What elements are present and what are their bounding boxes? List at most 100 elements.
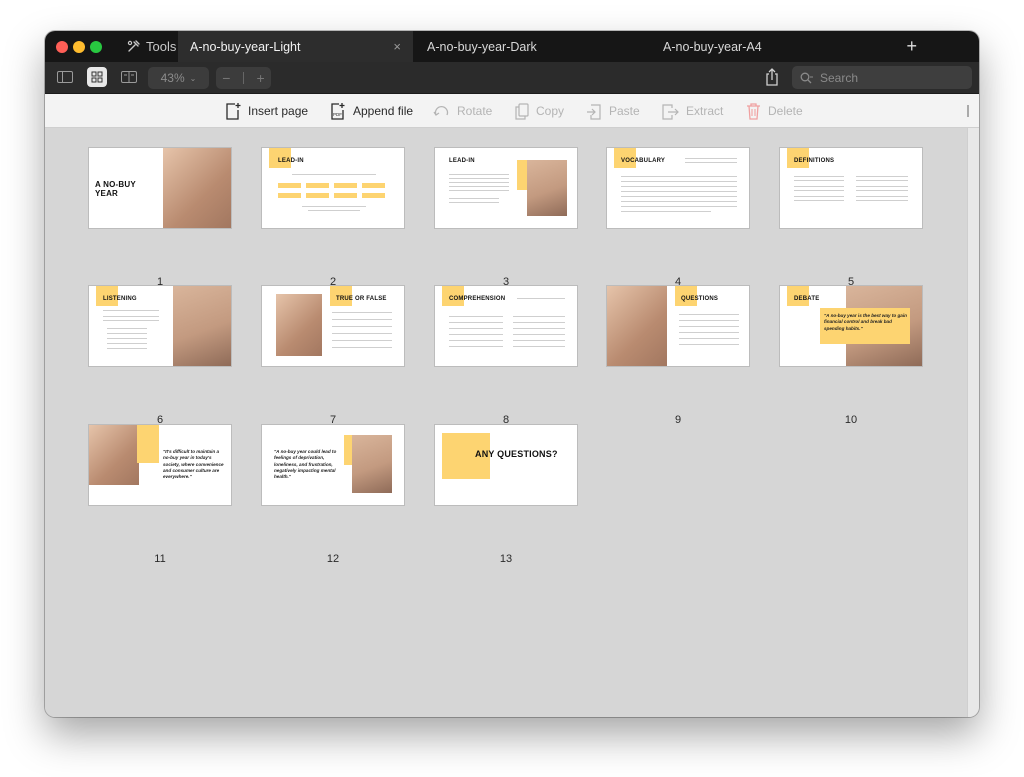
rotate-button[interactable]: Rotate bbox=[433, 94, 492, 128]
action-label: Extract bbox=[686, 104, 724, 118]
zoom-controls: − + bbox=[216, 67, 271, 89]
vertical-scrollbar[interactable] bbox=[967, 128, 979, 717]
text-line bbox=[794, 200, 844, 201]
text-line bbox=[513, 322, 565, 323]
paste-icon bbox=[587, 103, 601, 120]
page-thumbnail-13[interactable]: ANY QUESTIONS? bbox=[435, 425, 577, 505]
extract-button[interactable]: Extract bbox=[662, 94, 723, 128]
app-window: Tools A-no-buy-year-Light × A-no-buy-yea… bbox=[45, 31, 979, 717]
page-thumbnail-9[interactable]: QUESTIONS bbox=[607, 286, 749, 366]
tab-light[interactable]: A-no-buy-year-Light × bbox=[178, 31, 413, 62]
page-view-button[interactable] bbox=[119, 67, 139, 87]
share-icon[interactable] bbox=[765, 68, 779, 86]
text-line bbox=[103, 310, 159, 311]
text-line bbox=[679, 326, 739, 327]
sidebar-toggle-button[interactable] bbox=[55, 67, 75, 87]
text-line bbox=[621, 211, 711, 212]
text-line bbox=[621, 201, 737, 202]
new-tab-button[interactable]: + bbox=[906, 36, 917, 57]
tab-label: A-no-buy-year-Light bbox=[190, 39, 301, 54]
text-line bbox=[679, 320, 739, 321]
close-window-button[interactable] bbox=[56, 41, 68, 53]
text-line bbox=[103, 320, 159, 321]
slide-title: DEBATE bbox=[794, 296, 820, 302]
tools-button[interactable]: Tools bbox=[127, 31, 176, 62]
text-line bbox=[449, 182, 509, 183]
toolbar: 43% ⌄ − + Search bbox=[45, 62, 979, 94]
page-number: 13 bbox=[499, 553, 513, 565]
text-line bbox=[449, 316, 503, 317]
page-thumbnail-6[interactable]: LISTENING bbox=[89, 286, 231, 366]
slide-title: QUESTIONS bbox=[681, 296, 719, 302]
zoom-select[interactable]: 43% ⌄ bbox=[148, 67, 209, 89]
text-line bbox=[332, 333, 392, 334]
tab-a4[interactable]: A-no-buy-year-A4 bbox=[663, 31, 823, 62]
resize-handle[interactable] bbox=[967, 105, 969, 117]
zoom-window-button[interactable] bbox=[90, 41, 102, 53]
minimize-window-button[interactable] bbox=[73, 41, 85, 53]
page-number: 11 bbox=[154, 553, 166, 565]
search-placeholder: Search bbox=[820, 70, 859, 85]
page-thumbnail-12[interactable]: "A no-buy year could lead to feelings of… bbox=[262, 425, 404, 505]
slide-photo bbox=[352, 435, 392, 493]
page-thumbnail-1[interactable]: A NO-BUY YEAR bbox=[89, 148, 231, 228]
slide-quote: "It's difficult to maintain a no-buy yea… bbox=[163, 449, 224, 480]
zoom-value: 43% bbox=[160, 71, 185, 85]
insert-page-button[interactable]: Insert page bbox=[225, 94, 308, 128]
action-label: Rotate bbox=[457, 104, 493, 118]
text-line bbox=[517, 298, 565, 299]
text-line bbox=[308, 210, 360, 211]
page-thumbnail-2[interactable]: LEAD-IN bbox=[262, 148, 404, 228]
text-line bbox=[449, 346, 503, 347]
text-line bbox=[107, 338, 147, 339]
search-input[interactable]: Search bbox=[792, 66, 972, 89]
page-thumbnail-4[interactable]: VOCABULARY bbox=[607, 148, 749, 228]
zoom-out-button[interactable]: − bbox=[222, 70, 230, 86]
page-thumbnail-7[interactable]: TRUE OR FALSE bbox=[262, 286, 404, 366]
slide-photo bbox=[173, 286, 231, 366]
text-line bbox=[107, 348, 147, 349]
text-line bbox=[621, 191, 737, 192]
append-file-button[interactable]: PDF Append file bbox=[330, 94, 413, 128]
text-line bbox=[621, 196, 737, 197]
text-line bbox=[794, 196, 844, 197]
slide-photo bbox=[607, 286, 667, 366]
text-line bbox=[621, 176, 737, 177]
page-number: 10 bbox=[844, 414, 858, 426]
text-line bbox=[449, 322, 503, 323]
text-line bbox=[685, 162, 737, 163]
text-line bbox=[107, 333, 147, 334]
slide-photo bbox=[276, 294, 322, 356]
page-thumbnail-3[interactable]: LEAD-IN bbox=[435, 148, 577, 228]
option-cell bbox=[306, 183, 329, 188]
slide-photo bbox=[163, 148, 231, 228]
paste-button[interactable]: Paste bbox=[586, 94, 640, 128]
page-number: 12 bbox=[326, 553, 340, 565]
text-line bbox=[621, 181, 737, 182]
page-thumbnail-10[interactable]: DEBATE "A no-buy year is the best way to… bbox=[780, 286, 922, 366]
delete-button[interactable]: Delete bbox=[746, 94, 803, 128]
slide-photo bbox=[527, 160, 567, 216]
text-line bbox=[621, 186, 737, 187]
text-line bbox=[513, 328, 565, 329]
tab-bar: Tools A-no-buy-year-Light × A-no-buy-yea… bbox=[45, 31, 979, 62]
text-line bbox=[103, 316, 159, 317]
copy-button[interactable]: Copy bbox=[515, 94, 564, 128]
rotate-icon bbox=[433, 105, 449, 116]
slide-title: LEAD-IN bbox=[278, 158, 304, 164]
page-thumbnail-5[interactable]: DEFINITIONS bbox=[780, 148, 922, 228]
text-line bbox=[449, 174, 509, 175]
close-tab-icon[interactable]: × bbox=[393, 39, 401, 54]
tab-dark[interactable]: A-no-buy-year-Dark bbox=[427, 31, 627, 62]
zoom-in-button[interactable]: + bbox=[257, 70, 265, 86]
page-thumbnail-11[interactable]: "It's difficult to maintain a no-buy yea… bbox=[89, 425, 231, 505]
option-cell bbox=[334, 183, 357, 188]
text-line bbox=[794, 176, 844, 177]
tab-label: A-no-buy-year-A4 bbox=[663, 39, 762, 54]
extract-icon bbox=[662, 103, 679, 120]
page-thumbnail-8[interactable]: COMPREHENSION bbox=[435, 286, 577, 366]
text-line bbox=[856, 180, 908, 181]
text-line bbox=[332, 347, 392, 348]
search-icon bbox=[800, 72, 813, 83]
grid-view-button[interactable] bbox=[87, 67, 107, 87]
